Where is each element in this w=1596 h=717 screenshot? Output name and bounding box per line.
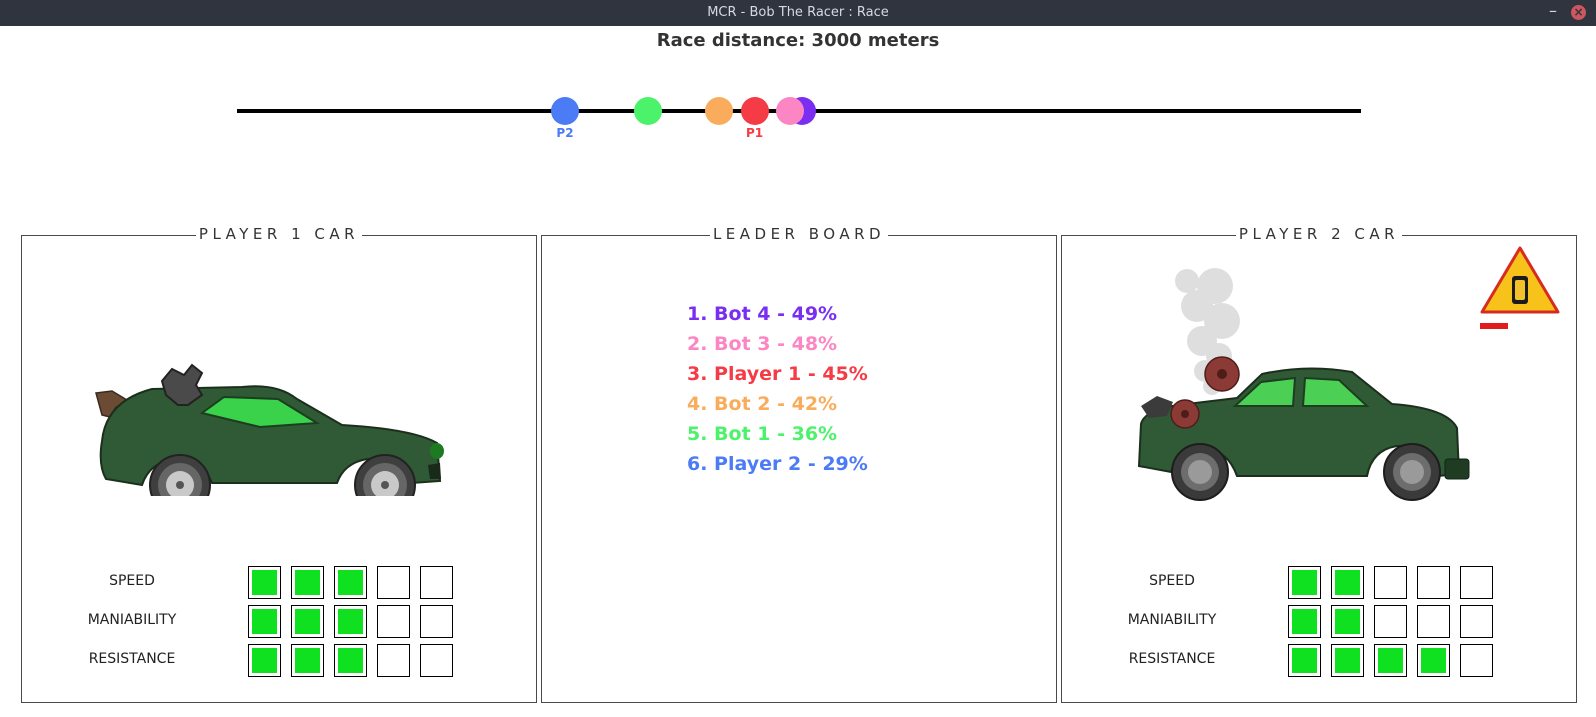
window-titlebar: MCR - Bob The Racer : Race – × (0, 0, 1596, 26)
player1-stat-box (291, 605, 324, 638)
player1-stat-box (291, 644, 324, 677)
leaderboard-entry: 2. Bot 3 - 48% (687, 333, 838, 355)
player2-stat-box (1331, 644, 1364, 677)
leaderboard-list: 1. Bot 4 - 49% 2. Bot 3 - 48% 3. Player 1 … (687, 299, 868, 479)
player2-stat-box (1374, 605, 1407, 638)
track-marker-bot3 (776, 97, 805, 125)
player2-stat-label: SPEED (1149, 573, 1195, 589)
track-marker-label-player1: P1 (746, 126, 764, 140)
player1-stat-label: SPEED (109, 573, 155, 589)
player2-stat-box (1331, 605, 1364, 638)
player1-stat-box (377, 566, 410, 599)
player1-stat-label: MANIABILITY (87, 612, 177, 628)
player2-stat-box (1417, 605, 1450, 638)
player2-stat-box (1460, 566, 1493, 599)
player2-stat-box (1417, 644, 1450, 677)
player2-stat-box (1288, 644, 1321, 677)
player1-stat-box (420, 566, 453, 599)
player1-stat-box (377, 644, 410, 677)
leaderboard-entry: 6. Player 2 - 29% (687, 453, 868, 475)
race-distance-label: Race distance: 3000 meters (656, 30, 940, 51)
player2-car-image (1137, 268, 1470, 501)
player1-panel-title: PLAYER 1 CAR (195, 225, 363, 243)
player2-stat-box (1374, 644, 1407, 677)
player1-stat-box (420, 605, 453, 638)
player1-stat-box (248, 566, 281, 599)
leaderboard-entry: 5. Bot 1 - 36% (687, 423, 838, 445)
track-marker-player2 (551, 97, 579, 125)
leaderboard-panel: LEADER BOARD 1. Bot 4 - 49% 2. Bot 3 - 48… (541, 225, 1057, 703)
player2-stat-box (1374, 566, 1407, 599)
player1-car-panel: PLAYER 1 CAR SPEED MANIABILITY RESISTANCE (21, 225, 537, 703)
track-marker-player1 (740, 97, 769, 125)
leaderboard-entry: 1. Bot 4 - 49% (687, 303, 838, 325)
player1-stat-box (334, 566, 367, 599)
player2-stat-label: MANIABILITY (1127, 612, 1217, 628)
track-marker-bot2 (705, 97, 734, 125)
track-marker-bot1 (633, 97, 662, 125)
player1-stat-box (334, 605, 367, 638)
player2-stat-box (1288, 566, 1321, 599)
player2-stat-box (1417, 566, 1450, 599)
player2-stat-box (1288, 605, 1321, 638)
player2-stat-box (1460, 644, 1493, 677)
player2-panel-title: PLAYER 2 CAR (1235, 225, 1403, 243)
leaderboard-entry: 3. Player 1 - 45% (687, 363, 868, 385)
minimize-button[interactable]: – (1544, 2, 1562, 22)
player1-stat-box (420, 644, 453, 677)
player2-stat-box (1331, 566, 1364, 599)
player1-stat-box (377, 605, 410, 638)
track-marker-label-player2: P2 (556, 126, 574, 140)
player1-stat-box (291, 566, 324, 599)
car-damage-warning-icon (1480, 246, 1560, 329)
player1-stat-label: RESISTANCE (88, 651, 176, 667)
damage-level-bar (1480, 323, 1508, 329)
window-title: MCR - Bob The Racer : Race (707, 5, 889, 20)
leaderboard-title: LEADER BOARD (709, 225, 889, 243)
player2-stat-box (1460, 605, 1493, 638)
close-button[interactable]: × (1571, 5, 1586, 20)
leaderboard-entry: 4. Bot 2 - 42% (687, 393, 838, 415)
player2-stat-label: RESISTANCE (1128, 651, 1216, 667)
player1-car-image (95, 363, 444, 496)
player1-stat-box (248, 605, 281, 638)
player1-stat-box (334, 644, 367, 677)
player1-stat-box (248, 644, 281, 677)
